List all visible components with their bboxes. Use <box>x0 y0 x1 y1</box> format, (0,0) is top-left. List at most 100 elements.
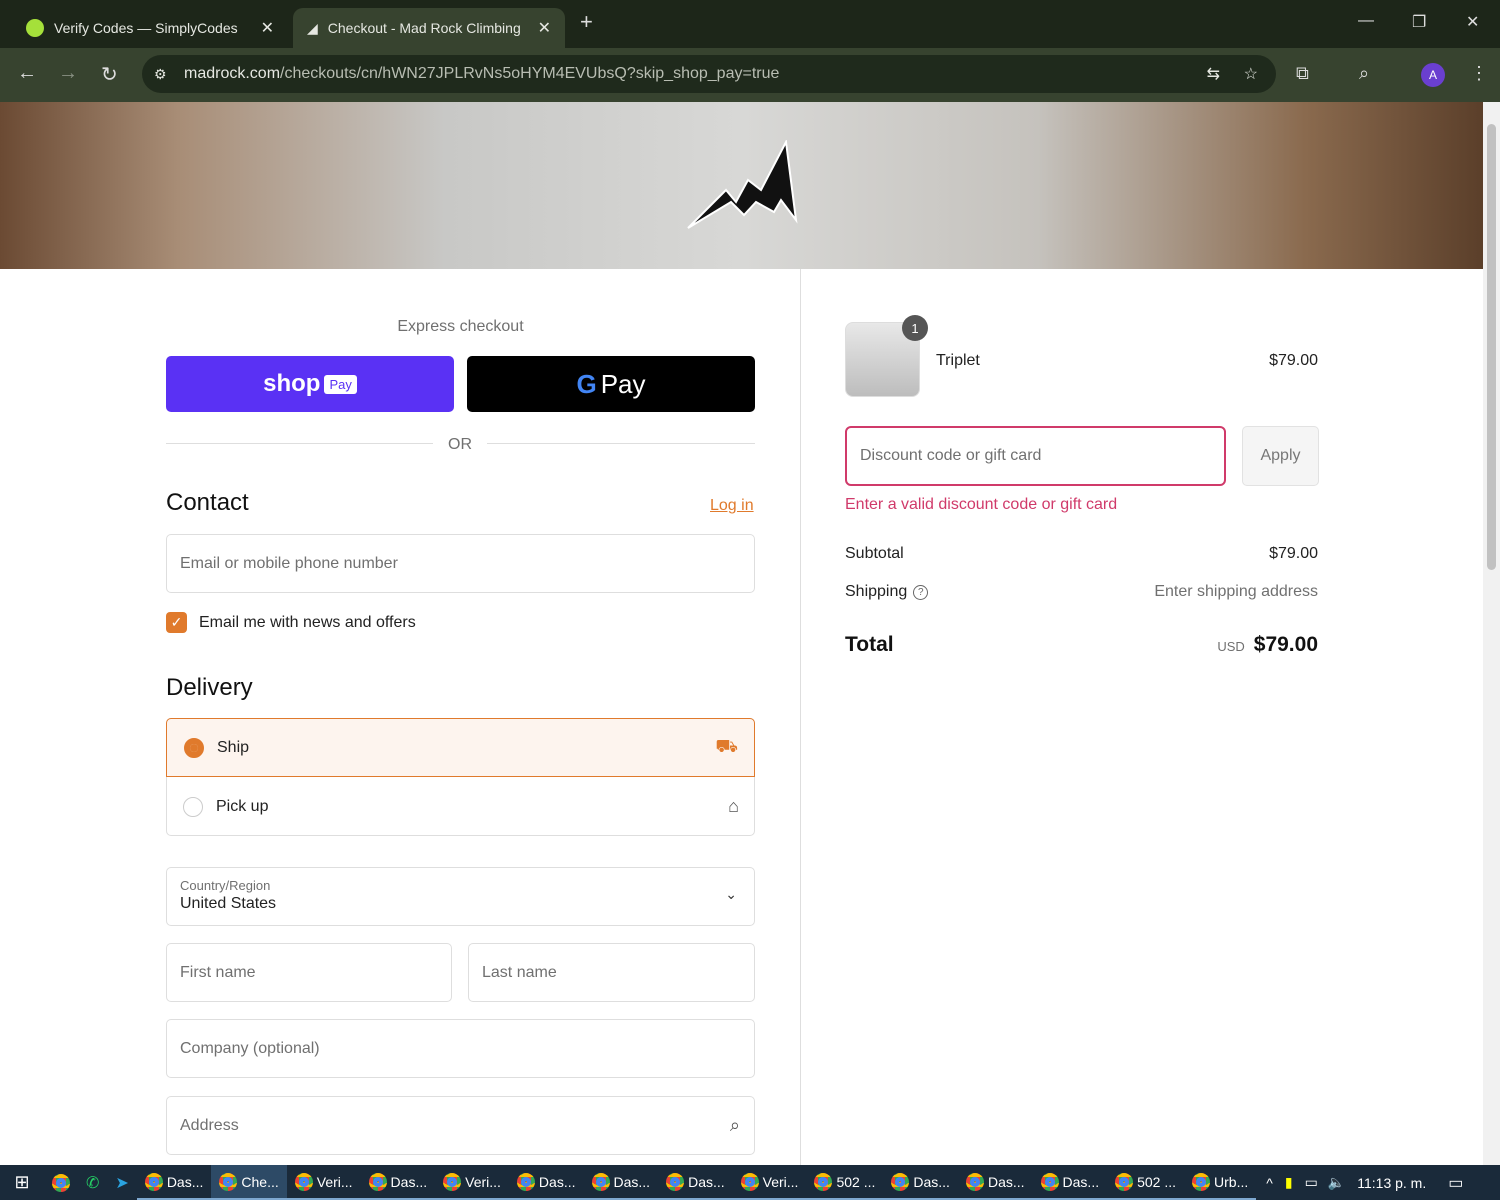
windows-start-icon[interactable]: ⊞ <box>0 1172 44 1193</box>
back-button[interactable]: ← <box>17 62 37 85</box>
tab-checkout[interactable]: ◢ Checkout - Mad Rock Climbing ✕ <box>293 8 565 48</box>
shop-pay-button[interactable]: shop Pay <box>166 356 454 412</box>
newsletter-checkbox[interactable]: ✓ <box>166 612 187 633</box>
reload-button[interactable]: ↻ <box>101 62 118 87</box>
delivery-heading: Delivery <box>166 674 253 701</box>
simplycodes-favicon-icon <box>26 19 44 37</box>
menu-icon[interactable]: ⋮ <box>1470 63 1488 84</box>
scrollbar-thumb[interactable] <box>1487 124 1496 570</box>
google-g-icon: G <box>576 368 597 399</box>
email-field[interactable]: Email or mobile phone number <box>166 534 755 593</box>
chrome-icon <box>965 1172 984 1191</box>
subtotal-value: $79.00 <box>1269 545 1318 562</box>
taskbar-item-label: Das... <box>987 1173 1025 1190</box>
google-pay-button[interactable]: G Pay <box>467 356 755 412</box>
taskbar-item-label: Che... <box>241 1173 279 1190</box>
product-name: Triplet <box>936 352 980 369</box>
notifications-icon[interactable]: ▭ <box>1448 1173 1463 1193</box>
first-name-field[interactable]: First name <box>166 943 452 1002</box>
profile-avatar[interactable]: A <box>1421 63 1445 87</box>
help-icon[interactable]: ? <box>913 584 929 600</box>
translate-icon[interactable]: ⇆ <box>1207 64 1220 84</box>
taskbar-item[interactable]: 502 ... <box>806 1165 884 1200</box>
windows-taskbar: ⊞ ✆ ➤ Das... Che... Veri... Das... Veri... Da… <box>0 1165 1500 1200</box>
clock[interactable]: 11:13 p. m. <box>1357 1175 1426 1191</box>
network-icon[interactable]: ▭ <box>1305 1174 1318 1191</box>
minimize-button[interactable]: — <box>1358 12 1374 30</box>
country-select[interactable]: Country/Region United States ⌄ <box>166 867 755 926</box>
taskbar-item[interactable]: Das... <box>658 1165 733 1200</box>
forward-button[interactable]: → <box>58 62 78 85</box>
close-window-button[interactable]: ✕ <box>1466 12 1479 32</box>
taskbar-item-label: Urb... <box>1214 1173 1249 1190</box>
close-tab-icon[interactable]: ✕ <box>538 18 551 38</box>
taskbar-item[interactable]: 502 ... <box>1107 1165 1185 1200</box>
chrome-icon <box>368 1172 387 1191</box>
chrome-icon <box>144 1172 163 1191</box>
chevron-down-icon: ⌄ <box>725 886 737 902</box>
login-link[interactable]: Log in <box>710 497 754 515</box>
close-tab-icon[interactable]: ✕ <box>261 18 274 38</box>
taskbar-item[interactable]: Das... <box>883 1165 958 1200</box>
discount-error: Enter a valid discount code or gift card <box>845 496 1118 513</box>
new-tab-button[interactable]: + <box>580 9 593 35</box>
address-bar[interactable]: ⚙ madrock.com/checkouts/cn/hWN27JPLRvNs5… <box>142 55 1276 93</box>
tab-verify-codes[interactable]: Verify Codes — SimplyCodes ✕ <box>12 8 288 48</box>
taskbar-item[interactable]: Das... <box>1032 1165 1108 1200</box>
bookmark-star-icon[interactable]: ☆ <box>1244 64 1258 84</box>
restore-button[interactable]: ❐ <box>1412 12 1426 32</box>
newsletter-label: Email me with news and offers <box>199 614 416 631</box>
tray-app-icon[interactable]: ▮ <box>1285 1174 1293 1191</box>
whatsapp-icon[interactable]: ✆ <box>86 1173 99 1193</box>
browser-tab-bar: Verify Codes — SimplyCodes ✕ ◢ Checkout … <box>0 0 1500 48</box>
gpay-label: Pay <box>600 368 646 399</box>
site-info-icon[interactable]: ⚙ <box>154 66 167 83</box>
store-icon: ⌂ <box>728 796 739 816</box>
taskbar-item[interactable]: Das... <box>136 1165 212 1200</box>
column-divider <box>800 269 801 1165</box>
radio-unselected[interactable] <box>183 796 203 817</box>
shipping-label: Shipping <box>845 583 908 600</box>
taskbar-item[interactable]: Das... <box>360 1165 436 1200</box>
address-field[interactable]: Address ⌕ <box>166 1096 755 1155</box>
chrome-icon <box>1040 1172 1059 1191</box>
taskbar-item[interactable]: Urb... <box>1184 1165 1257 1200</box>
taskbar-item-label: Das... <box>166 1173 204 1190</box>
taskbar-item[interactable]: Das... <box>957 1165 1033 1200</box>
tray-chevron-icon[interactable]: ^ <box>1266 1175 1273 1191</box>
scrollbar[interactable] <box>1483 102 1500 1165</box>
mad-rock-logo[interactable] <box>686 140 800 230</box>
taskbar-item[interactable]: Das... <box>583 1165 659 1200</box>
apply-button[interactable]: Apply <box>1242 426 1319 486</box>
extensions-icon[interactable]: ⧉ <box>1296 63 1309 84</box>
last-name-field[interactable]: Last name <box>468 943 755 1002</box>
discount-input[interactable]: Discount code or gift card <box>845 426 1226 486</box>
company-field[interactable]: Company (optional) <box>166 1019 755 1078</box>
telegram-icon[interactable]: ➤ <box>115 1173 128 1193</box>
taskbar-item-label: Veri... <box>762 1173 799 1190</box>
volume-icon[interactable]: 🔈 <box>1328 1174 1345 1191</box>
taskbar-item[interactable]: Veri... <box>435 1165 509 1200</box>
taskbar-item[interactable]: Veri... <box>732 1165 807 1200</box>
tab-search-icon[interactable]: ⌕ <box>1359 63 1369 84</box>
chrome-icon <box>1115 1172 1134 1191</box>
taskbar-item[interactable]: Das... <box>508 1165 584 1200</box>
chrome-icon[interactable] <box>52 1173 70 1192</box>
delivery-option-ship[interactable]: Ship ⛟ <box>166 718 755 777</box>
shop-pay-logo: shop <box>263 370 321 397</box>
quantity-badge: 1 <box>902 315 928 341</box>
taskbar-item-label: Das... <box>538 1173 576 1190</box>
ship-label: Ship <box>217 738 250 756</box>
currency: USD <box>1217 639 1245 654</box>
browser-toolbar: ← → ↻ ⚙ madrock.com/checkouts/cn/hWN27JP… <box>0 48 1500 102</box>
tab-title: Verify Codes — SimplyCodes <box>54 20 238 36</box>
taskbar-item[interactable]: Veri... <box>286 1165 361 1200</box>
taskbar-item-label: 502 ... <box>836 1173 876 1190</box>
taskbar-item[interactable]: Che... <box>211 1165 287 1200</box>
taskbar-item-label: Veri... <box>316 1173 353 1190</box>
chrome-icon <box>591 1172 610 1191</box>
chrome-icon <box>1192 1172 1211 1191</box>
divider <box>166 443 433 444</box>
delivery-option-pickup[interactable]: Pick up ⌂ <box>166 777 755 836</box>
radio-selected[interactable] <box>184 737 204 758</box>
